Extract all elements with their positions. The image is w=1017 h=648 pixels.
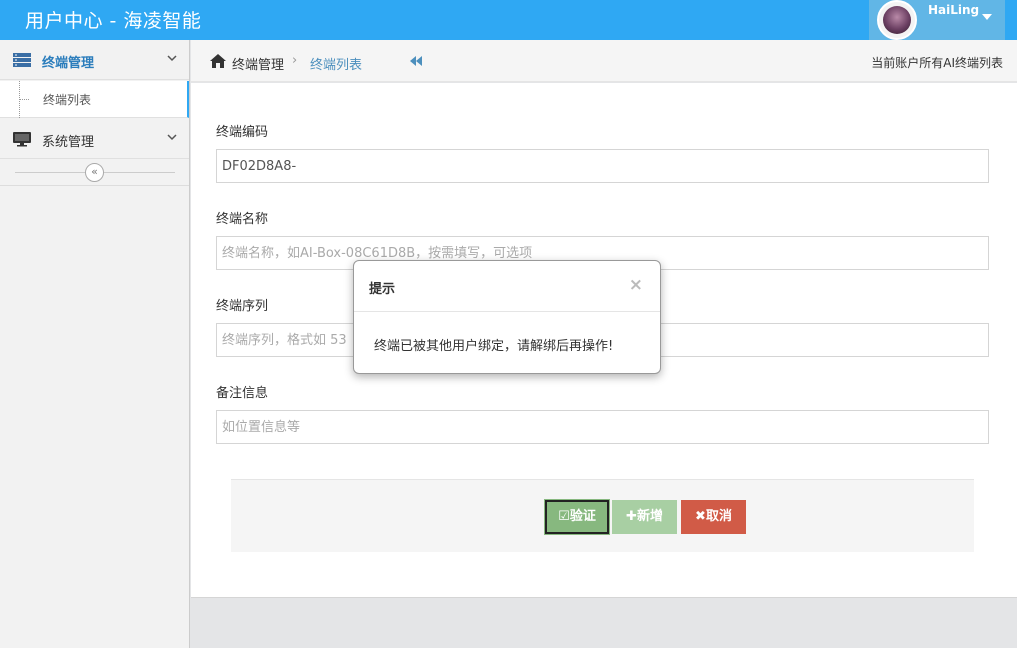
breadcrumb-item[interactable]: 终端管理 <box>232 54 284 73</box>
top-navbar: 用户中心 - 海凌智能 HaiLing <box>0 0 1017 40</box>
plus-icon: ✚ <box>626 509 637 524</box>
chevron-down-icon <box>166 52 178 67</box>
sidebar: 终端管理 终端列表 系统管理 « <box>0 40 190 648</box>
chevron-right-icon: › <box>292 53 298 68</box>
terminal-serial-label: 终端序列 <box>216 299 269 314</box>
check-square-icon: ☑ <box>558 509 570 524</box>
dialog-message: 终端已被其他用户绑定，请解绑后再操作! <box>374 339 614 354</box>
close-icon: ✖ <box>695 509 706 524</box>
double-chevron-left-icon[interactable]: « <box>85 163 104 182</box>
page-description: 当前账户所有AI终端列表 <box>871 56 1003 70</box>
sidebar-item-system-management[interactable]: 系统管理 <box>0 119 189 159</box>
chevron-down-icon <box>166 131 178 146</box>
breadcrumb-item-active[interactable]: 终端列表 <box>310 54 362 73</box>
caret-down-icon <box>982 14 992 20</box>
monitor-icon <box>13 132 31 147</box>
backward-icon[interactable] <box>409 55 423 67</box>
remarks-label: 备注信息 <box>216 386 269 401</box>
alert-dialog: 提示 × 终端已被其他用户绑定，请解绑后再操作! <box>353 260 661 374</box>
terminal-code-input[interactable] <box>216 149 989 183</box>
sidebar-item-terminal-management[interactable]: 终端管理 <box>0 40 189 80</box>
server-icon <box>13 53 31 67</box>
sidebar-subitem-terminal-list[interactable]: 终端列表 <box>0 81 189 118</box>
app-title: 用户中心 - 海凌智能 <box>25 10 202 32</box>
remarks-input[interactable] <box>216 410 989 444</box>
terminal-code-label: 终端编码 <box>216 125 269 140</box>
dialog-title: 提示 <box>369 282 396 297</box>
terminal-name-label: 终端名称 <box>216 212 269 227</box>
avatar <box>877 0 917 40</box>
breadcrumb: 终端管理 › 终端列表 当前账户所有AI终端列表 <box>191 40 1017 82</box>
cancel-button[interactable]: ✖取消 <box>681 500 746 534</box>
sidebar-item-label: 终端管理 <box>42 56 95 71</box>
home-icon[interactable] <box>209 53 227 69</box>
sidebar-collapse-row: « <box>0 159 189 186</box>
user-menu[interactable]: HaiLing <box>869 0 1005 40</box>
verify-button[interactable]: ☑验证 <box>544 499 610 535</box>
username: HaiLing <box>928 3 980 17</box>
close-icon[interactable]: × <box>629 275 643 295</box>
form-actions: ☑验证 ✚新增 ✖取消 <box>231 479 974 552</box>
sidebar-item-label: 系统管理 <box>42 135 95 150</box>
sidebar-subitem-label: 终端列表 <box>43 93 92 107</box>
add-button[interactable]: ✚新增 <box>612 500 677 534</box>
